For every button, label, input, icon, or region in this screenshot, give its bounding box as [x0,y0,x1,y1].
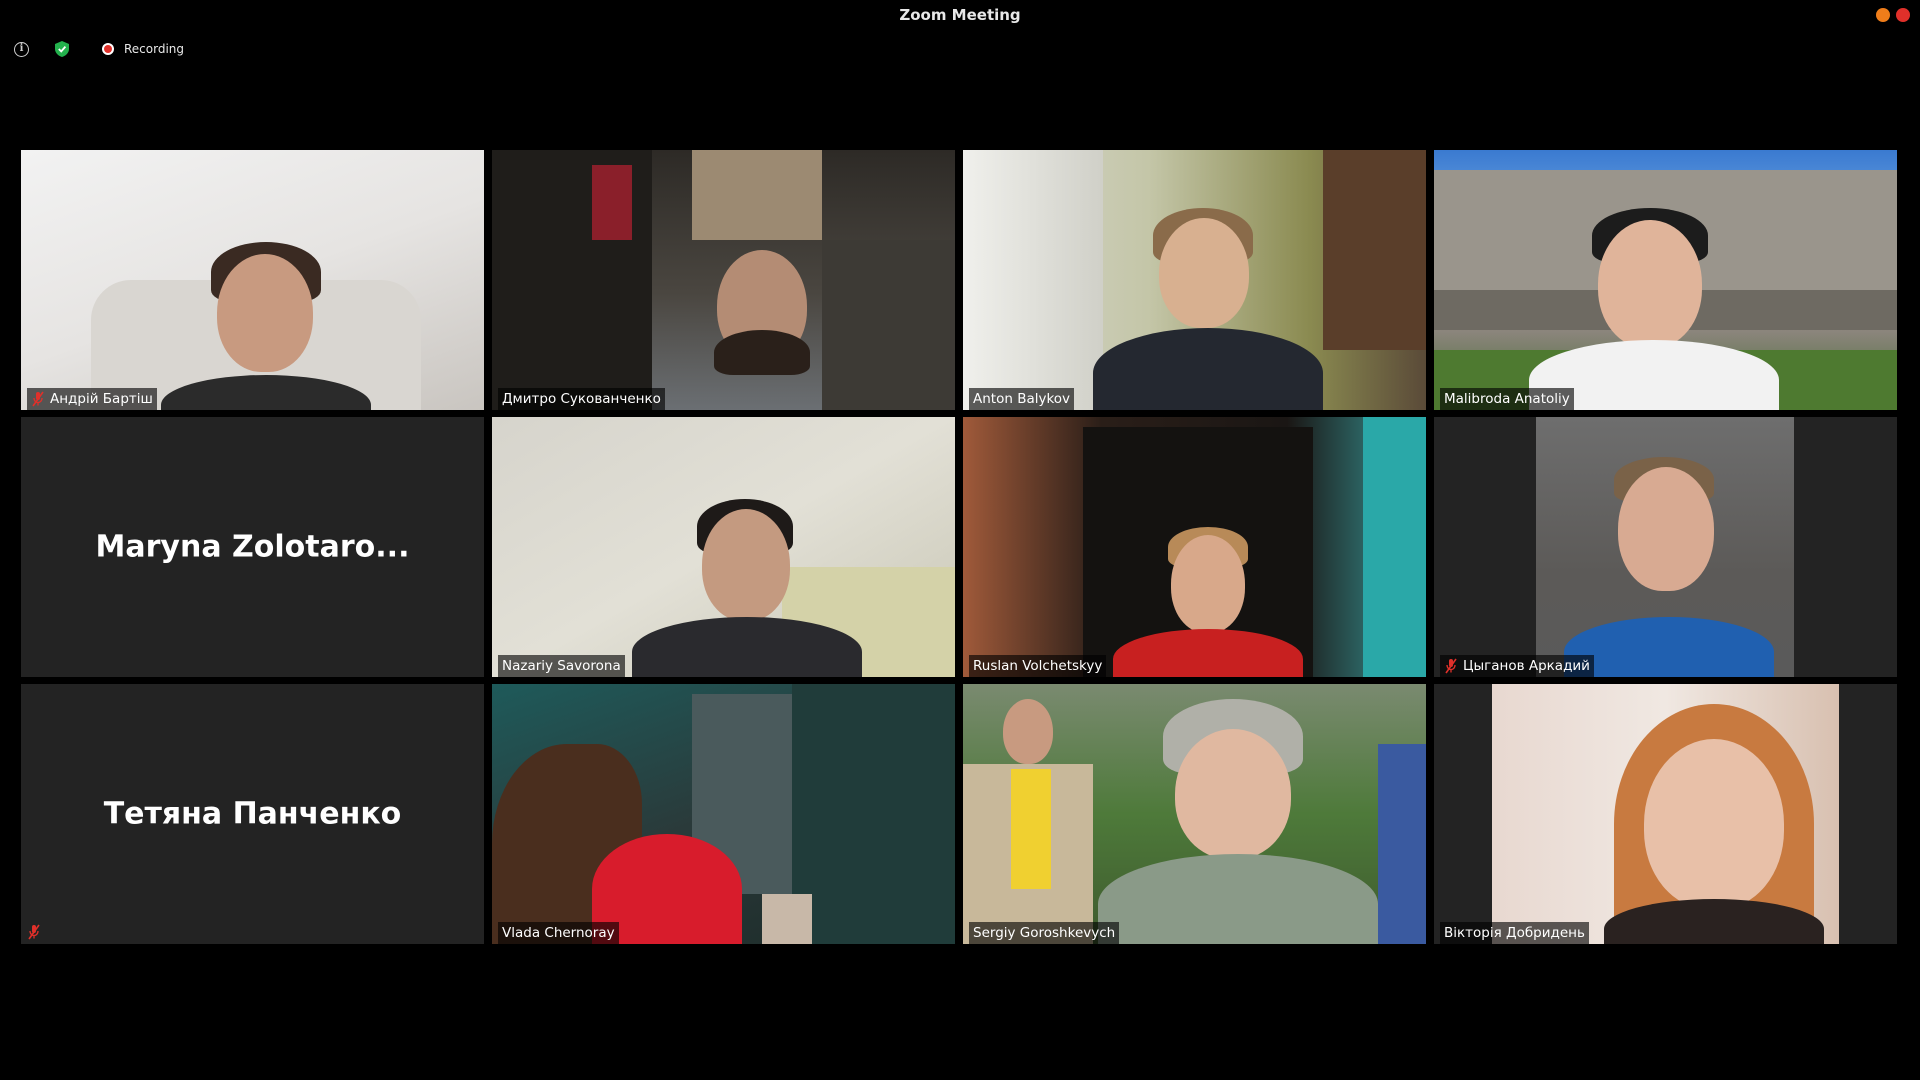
participant-name: Вікторія Добридень [1444,925,1585,941]
recording-icon [102,43,114,55]
participant-video [1434,417,1897,677]
window-title: Zoom Meeting [899,6,1021,24]
participant-nameplate: Цыганов Аркадий [1440,655,1594,677]
participant-video [963,150,1426,410]
participant-name: Maryna Zolotaro... [95,529,410,565]
participant-video [492,417,955,677]
microphone-muted-icon [1445,658,1457,674]
participant-video [1434,150,1897,410]
participant-name: Nazariy Savorona [502,658,621,674]
encryption-shield-icon[interactable] [55,41,69,57]
participant-tile[interactable]: Maryna Zolotaro... [21,417,484,677]
participant-video [1434,684,1897,944]
participant-nameplate: Sergiy Goroshkevych [969,922,1120,944]
participant-tile[interactable]: Дмитро Сукованченко [492,150,955,410]
gallery-view-grid: Андрій Бартіш Дмитро Сукованченко Anton … [21,150,1901,946]
participant-nameplate: Vlada Chernoray [498,922,619,944]
title-bar: Zoom Meeting [0,0,1920,30]
participant-tile[interactable]: Malibroda Anatoliy [1434,150,1897,410]
participant-nameplate: Андрій Бартіш [27,388,157,410]
participant-tile[interactable]: Вікторія Добридень [1434,684,1897,944]
participant-nameplate: Дмитро Сукованченко [498,388,665,410]
participant-name: Дмитро Сукованченко [502,391,661,407]
participant-nameplate: Ruslan Volchetskyy [969,655,1107,677]
participant-video [492,150,955,410]
participant-tile[interactable]: Sergiy Goroshkevych [963,684,1426,944]
participant-name: Vlada Chernoray [502,925,615,941]
participant-name: Anton Balykov [973,391,1071,407]
participant-name: Цыганов Аркадий [1463,658,1590,674]
participant-tile-active-speaker[interactable]: Nazariy Savorona [492,417,955,677]
participant-nameplate: Вікторія Добридень [1440,922,1589,944]
participant-nameplate: Nazariy Savorona [498,655,625,677]
participant-name: Ruslan Volchetskyy [973,658,1103,674]
participant-nameplate: Anton Balykov [969,388,1075,410]
participant-video [963,684,1426,944]
participant-tile[interactable]: Vlada Chernoray [492,684,955,944]
info-icon[interactable]: i [14,41,29,57]
participant-name: Андрій Бартіш [50,391,153,407]
close-button[interactable] [1896,8,1910,22]
participant-video [963,417,1426,677]
participant-tile[interactable]: Цыганов Аркадий [1434,417,1897,677]
participant-name: Malibroda Anatoliy [1444,391,1570,407]
microphone-muted-icon [32,391,44,407]
window-controls [1876,8,1910,22]
recording-label: Recording [124,42,185,56]
microphone-muted-icon [28,924,40,940]
participant-tile[interactable]: Андрій Бартіш [21,150,484,410]
zoom-meeting-window: Zoom Meeting i Recording Андрій Бартіш Д… [0,0,1920,1080]
participant-tile[interactable]: Тетяна Панченко [21,684,484,944]
participant-name: Sergiy Goroshkevych [973,925,1116,941]
participant-tile[interactable]: Anton Balykov [963,150,1426,410]
participant-nameplate: Malibroda Anatoliy [1440,388,1574,410]
participant-tile[interactable]: Ruslan Volchetskyy [963,417,1426,677]
meeting-status-bar: i Recording [14,38,184,60]
recording-indicator[interactable]: Recording [102,42,184,56]
participant-video [21,150,484,410]
participant-name: Тетяна Панченко [103,796,402,832]
participant-video [492,684,955,944]
minimize-button[interactable] [1876,8,1890,22]
